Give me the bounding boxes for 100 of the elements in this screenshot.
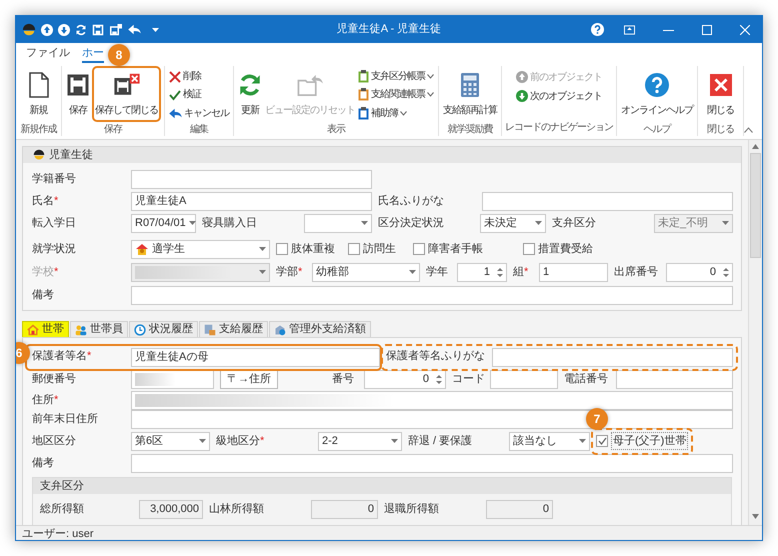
ribbon-button[interactable]: 支給関連帳票 [357, 86, 435, 104]
field-label: 備考 [32, 456, 54, 472]
text-field[interactable]: 児童生徒A [131, 192, 372, 210]
text-field[interactable] [131, 286, 733, 304]
close-icon[interactable] [740, 24, 750, 34]
spin-arrows-icon[interactable] [436, 374, 442, 384]
field-label: 前年末日住所 [32, 412, 98, 428]
ribbon-group-label: 閉じる [707, 123, 734, 137]
field-label: 山林所得額 [209, 502, 264, 517]
field-label: 保護者等名* [32, 348, 92, 364]
ribbon-button[interactable]: 新規 [26, 66, 50, 122]
refresh-icon[interactable] [75, 24, 87, 36]
collapse-ribbon-icon[interactable] [744, 127, 753, 133]
number-field[interactable]: 0 [486, 500, 553, 518]
text-field[interactable]: 児童生徒Aの母 [131, 348, 380, 366]
tab[interactable]: 世帯員 [70, 321, 128, 337]
panel-icon[interactable] [624, 24, 635, 34]
text-field[interactable] [490, 370, 558, 388]
down-arrow-circle-icon[interactable] [58, 24, 70, 36]
text-field[interactable] [482, 192, 733, 210]
scroll-up-icon[interactable] [752, 144, 759, 149]
ribbon-button[interactable]: 更新 [237, 66, 263, 122]
dropdown[interactable]: R07/04/01 [131, 214, 196, 232]
ribbon-button[interactable]: 支給額再計算 [442, 66, 498, 122]
field-label: 保護者等名ふりがな [386, 348, 485, 364]
ribbon-button[interactable]: 検証 [168, 86, 230, 104]
refresh-icon [238, 73, 262, 97]
number-field[interactable]: 0 [311, 500, 378, 518]
ribbon-group-label: 編集 [190, 123, 208, 137]
ribbon-group-label: 新規作成 [20, 122, 56, 137]
clipboard-icon [358, 88, 369, 102]
dropdown[interactable]: 幼稚部 [312, 262, 420, 282]
checkbox[interactable]: 肢体重複 [276, 240, 335, 258]
help-icon[interactable] [591, 23, 604, 36]
ribbon-button[interactable]: キャンセル [168, 104, 230, 122]
caret-icon[interactable] [152, 28, 159, 32]
ribbon-tab[interactable]: ファイル [26, 45, 70, 63]
tab[interactable]: 状況履歴 [129, 321, 198, 337]
ribbon-group-label: ヘルプ [644, 122, 670, 137]
dropdown[interactable]: 2-2 [318, 432, 402, 450]
text-field[interactable] [131, 410, 733, 429]
ribbon-button[interactable]: 削除 [168, 68, 230, 86]
ribbon-button[interactable]: オンラインヘルプ [620, 66, 694, 122]
student-icon [33, 149, 45, 161]
spin-field[interactable]: 0 [364, 370, 446, 388]
field-label: 級地区分* [216, 434, 264, 449]
ribbon-button[interactable]: 支弁区分帳票 [357, 68, 435, 86]
app-icon [22, 22, 36, 36]
spin-field[interactable]: 0 [666, 262, 733, 282]
undo-arrow-icon[interactable] [128, 24, 141, 35]
number-field[interactable]: 3,000,000 [139, 500, 203, 518]
clipboard-icon [358, 106, 369, 120]
text-field[interactable] [131, 454, 733, 473]
save-close-icon[interactable] [109, 24, 123, 36]
ribbon-button[interactable]: 保存して閉じる [94, 68, 159, 119]
text-field[interactable] [616, 370, 733, 388]
maximize-icon[interactable] [702, 24, 712, 34]
ribbon-button[interactable]: 補助簿 [357, 104, 435, 122]
save-icon[interactable] [92, 24, 104, 36]
house-icon [27, 324, 39, 336]
caret-icon [259, 270, 266, 274]
checkbox[interactable]: 訪問生 [348, 240, 396, 258]
checkbox[interactable]: 障害者手帳 [413, 240, 483, 258]
ribbon-group-label: レコードのナビゲーション [505, 121, 613, 135]
people-icon [75, 324, 87, 336]
text-field[interactable] [492, 348, 733, 366]
down-arrow-circle-icon [516, 90, 528, 102]
text-field[interactable]: 1 [539, 262, 608, 282]
caret-icon [259, 247, 266, 251]
ribbon-button[interactable]: 次のオブジェクト [515, 87, 603, 105]
dropdown[interactable]: 第6区 [131, 432, 210, 450]
text-field[interactable] [131, 390, 733, 410]
dropdown[interactable]: 該当なし [509, 432, 590, 450]
dropdown[interactable]: 適学生 [131, 240, 270, 258]
window-title: 児童生徒A - 児童生徒 [336, 22, 442, 38]
dropdown[interactable]: 未決定 [480, 214, 546, 232]
ribbon-button[interactable]: 閉じる [706, 66, 735, 122]
status-text: ユーザー: user [22, 526, 94, 540]
up-arrow-circle-icon[interactable] [41, 24, 53, 36]
scrollbar[interactable] [748, 140, 762, 525]
tab[interactable]: 管理外支給済額 [269, 321, 371, 337]
spin-field[interactable]: 1 [457, 262, 507, 282]
field-label: 備考 [32, 288, 54, 303]
tab[interactable]: 世帯 [22, 321, 69, 337]
checkbox[interactable]: 措置費受給 [523, 240, 593, 258]
documents-icon [204, 324, 216, 336]
scroll-down-icon[interactable] [752, 514, 759, 519]
save-icon [66, 73, 90, 97]
field-label: 地区区分 [32, 434, 76, 449]
scroll-thumb[interactable] [750, 153, 761, 258]
field-label: 就学状況 [32, 242, 76, 257]
chevron-down-icon [427, 74, 434, 80]
text-field[interactable] [131, 170, 372, 188]
field-label: 学部* [276, 264, 302, 280]
tab[interactable]: 支給履歴 [199, 321, 268, 337]
ribbon-button[interactable]: 保存 [65, 66, 91, 122]
calculator-icon [460, 72, 480, 98]
spin-arrows-icon[interactable] [497, 266, 503, 278]
close-icon [710, 74, 732, 96]
spin-arrows-icon[interactable] [723, 266, 729, 278]
